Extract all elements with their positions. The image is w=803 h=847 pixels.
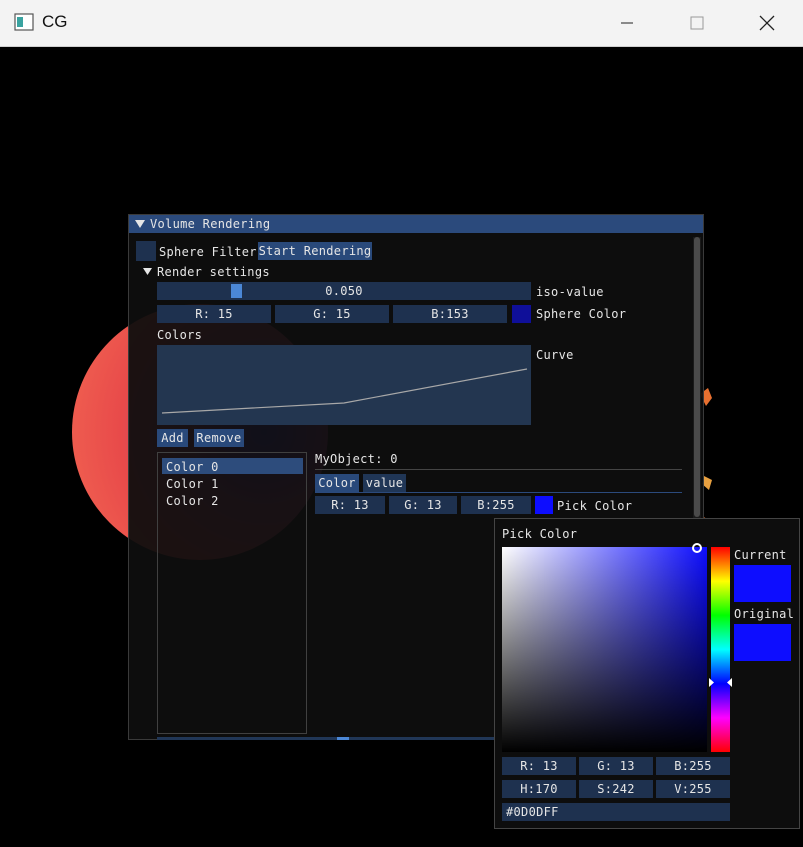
collapse-arrow-icon[interactable] — [135, 219, 145, 229]
minimize-icon — [621, 22, 633, 24]
start-rendering-button[interactable]: Start Rendering — [258, 242, 372, 260]
sphere-filter-checkbox[interactable] — [136, 241, 156, 261]
close-button[interactable] — [732, 0, 802, 46]
sv-cursor[interactable] — [692, 543, 702, 553]
window-title: CG — [42, 12, 68, 31]
minimize-button[interactable] — [592, 0, 662, 46]
curve-editor[interactable] — [157, 345, 531, 425]
colors-label: Colors — [157, 328, 203, 342]
curve-label: Curve — [536, 348, 574, 362]
picker-v-field[interactable]: V:255 — [656, 780, 730, 798]
iso-value-slider[interactable]: 0.050 — [157, 282, 531, 300]
picker-s-field[interactable]: S:242 — [579, 780, 653, 798]
sphere-color-label: Sphere Color — [536, 307, 627, 321]
curve-plot — [161, 368, 528, 414]
picker-g-field[interactable]: G: 13 — [579, 757, 653, 775]
tab-value[interactable]: value — [363, 474, 406, 492]
pick-color-g-field[interactable]: G: 13 — [389, 496, 457, 514]
maximize-icon — [690, 16, 704, 30]
remove-button[interactable]: Remove — [194, 429, 244, 447]
list-item[interactable]: Color 0 — [166, 460, 219, 474]
picker-b-field[interactable]: B:255 — [656, 757, 730, 775]
color-picker-popup: Pick Color Current Original R: 13 G: 13 … — [494, 518, 800, 829]
tab-color[interactable]: Color — [315, 474, 359, 492]
scrollbar-thumb[interactable] — [694, 237, 700, 517]
sphere-color-swatch[interactable] — [512, 305, 531, 323]
tab-underline — [315, 492, 682, 493]
hue-marker-icon[interactable] — [709, 678, 732, 687]
horizontal-scroll-thumb[interactable] — [337, 737, 349, 740]
close-icon — [759, 15, 775, 31]
pick-color-r-field[interactable]: R: 13 — [315, 496, 385, 514]
hex-input[interactable]: #0D0DFF — [502, 803, 730, 821]
pick-color-label: Pick Color — [557, 499, 633, 513]
render-settings-header[interactable]: Render settings — [157, 265, 270, 279]
sphere-filter-label: Sphere Filter — [159, 245, 257, 259]
window-title-label: Volume Rendering — [150, 217, 271, 231]
current-label: Current — [734, 548, 787, 562]
pick-color-swatch[interactable] — [535, 496, 553, 514]
separator — [315, 469, 682, 470]
color-list[interactable]: Color 0 Color 1 Color 2 — [157, 452, 307, 734]
iso-value-label: iso-value — [536, 285, 604, 299]
pick-color-b-field[interactable]: B:255 — [461, 496, 531, 514]
maximize-button[interactable] — [662, 0, 732, 46]
iso-value-text: 0.050 — [325, 284, 363, 298]
picker-r-field[interactable]: R: 13 — [502, 757, 576, 775]
curve-line — [161, 368, 528, 414]
saturation-value-square[interactable] — [502, 543, 707, 752]
window-title-bar: CG — [0, 0, 803, 47]
my-object-label: MyObject: 0 — [315, 452, 398, 466]
sphere-color-b-field[interactable]: B:153 — [393, 305, 507, 323]
original-label: Original — [734, 607, 795, 621]
picker-title: Pick Color — [502, 527, 578, 541]
list-item[interactable]: Color 1 — [166, 477, 219, 491]
sphere-color-g-field[interactable]: G: 15 — [275, 305, 389, 323]
add-button[interactable]: Add — [157, 429, 188, 447]
current-color-swatch — [734, 565, 791, 602]
hue-bar[interactable] — [709, 547, 732, 752]
app-icon — [14, 13, 34, 31]
list-item[interactable]: Color 2 — [166, 494, 219, 508]
volume-rendering-title-bar[interactable]: Volume Rendering — [129, 215, 703, 233]
tree-arrow-icon[interactable] — [143, 267, 152, 276]
picker-h-field[interactable]: H:170 — [502, 780, 576, 798]
sphere-color-r-field[interactable]: R: 15 — [157, 305, 271, 323]
original-color-swatch[interactable] — [734, 624, 791, 661]
